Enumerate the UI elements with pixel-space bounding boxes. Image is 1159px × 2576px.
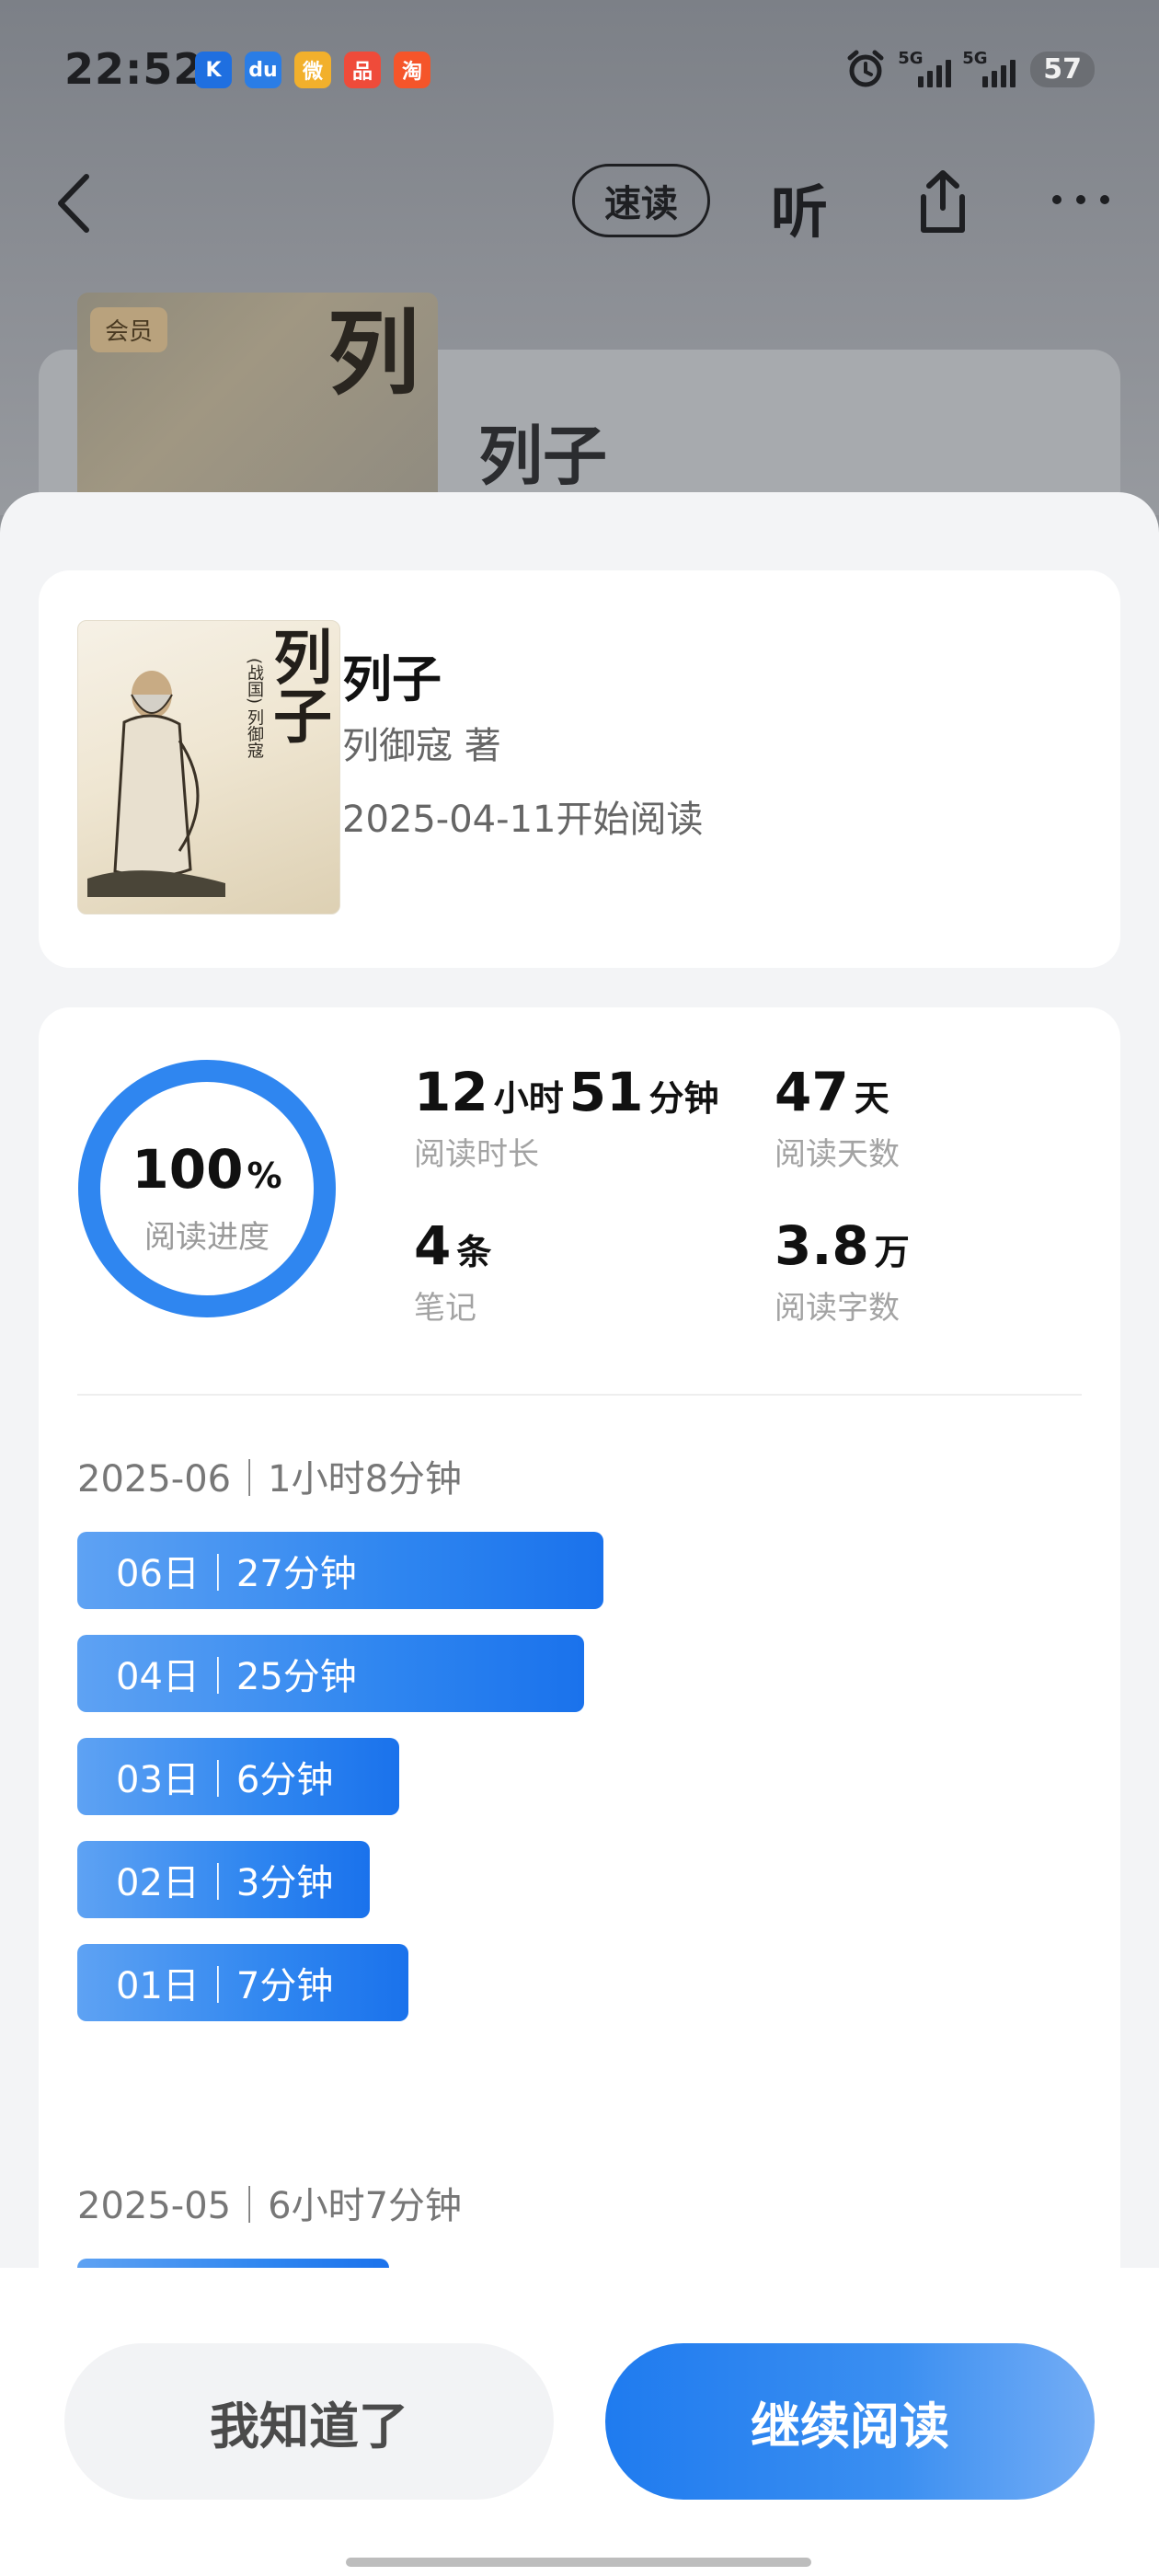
status-time: 22:52 (64, 44, 204, 94)
notes-label: 笔记 (414, 1290, 476, 1327)
share-icon[interactable] (911, 167, 975, 237)
day-reading-bar: 06日｜27分钟 (77, 1532, 603, 1609)
day-reading-bar: 02日｜3分钟 (77, 1841, 370, 1918)
book-info-card: 列子 (战国) 列御寇 列子 列御寇 著 2025-04-11开始阅读 (39, 570, 1120, 968)
weibo-icon: 微 (294, 52, 331, 88)
background-cover-calligraphy: 列 (327, 299, 419, 408)
reading-duration-stat: 12 小时 51 分钟 阅读时长 (414, 1061, 724, 1174)
signal-icon-2: 5G (962, 49, 1016, 87)
battery-indicator: 57 (1030, 51, 1095, 87)
top-bar: 速读 听 (0, 138, 1159, 267)
book-start-date: 2025-04-11开始阅读 (342, 799, 704, 841)
cover-subtitle: (战国) 列御寇 (245, 658, 264, 759)
progress-value: 100% (132, 1138, 282, 1201)
back-arrow-icon[interactable] (52, 171, 98, 236)
stats-divider (77, 1394, 1082, 1396)
alarm-icon (847, 50, 884, 87)
home-indicator[interactable] (346, 2558, 811, 2567)
reading-duration-label: 阅读时长 (414, 1136, 539, 1173)
status-right: 5G 5G 57 (844, 48, 1095, 90)
reading-stats-sheet: 列子 (战国) 列御寇 列子 列御寇 著 2025-04-11开始阅读 100%… (0, 492, 1159, 2576)
network-type-1: 5G (898, 49, 924, 68)
listen-button[interactable]: 听 (771, 166, 828, 248)
cover-figure-illustration (87, 671, 225, 897)
reading-days-stat: 47 天 阅读天数 (775, 1061, 900, 1173)
action-bar: 我知道了 继续阅读 (0, 2268, 1159, 2576)
signal-icon: 5G (898, 49, 952, 87)
day-reading-bar: 04日｜25分钟 (77, 1635, 584, 1712)
book-cover: 列子 (战国) 列御寇 (77, 620, 340, 914)
status-bar: 22:52 Kdu 微品淘 5G 5G 57 (0, 0, 1159, 138)
vip-badge: 会员 (90, 307, 168, 352)
speed-read-button[interactable]: 速读 (572, 164, 710, 237)
continue-reading-button[interactable]: 继续阅读 (605, 2343, 1095, 2500)
dismiss-button[interactable]: 我知道了 (64, 2343, 554, 2500)
taobao-icon: 淘 (394, 52, 430, 88)
words-read-stat: 3.8 万 阅读字数 (775, 1214, 915, 1328)
background-title: 列子 (478, 419, 607, 494)
cover-calligraphy: 列子 (263, 627, 332, 744)
month-header: 2025-06｜1小时8分钟 (77, 1458, 463, 1501)
app-red-icon: 品 (344, 52, 381, 88)
book-author: 列御寇 著 (342, 725, 501, 767)
day-reading-bar: 01日｜7分钟 (77, 1944, 408, 2021)
book-title: 列子 (342, 650, 442, 708)
words-read-label: 阅读字数 (775, 1290, 900, 1327)
progress-label: 阅读进度 (144, 1219, 270, 1256)
du-app-icon: du (245, 52, 281, 88)
day-reading-bar: 03日｜6分钟 (77, 1738, 399, 1815)
month-header: 2025-05｜6小时7分钟 (77, 2185, 463, 2227)
more-icon[interactable] (1052, 195, 1109, 204)
network-type-2: 5G (962, 49, 988, 68)
status-app-icons: Kdu 微品淘 (195, 52, 430, 88)
notes-stat: 4条 笔记 (414, 1214, 497, 1328)
k-app-icon: K (195, 52, 232, 88)
reading-days-label: 阅读天数 (775, 1136, 900, 1173)
